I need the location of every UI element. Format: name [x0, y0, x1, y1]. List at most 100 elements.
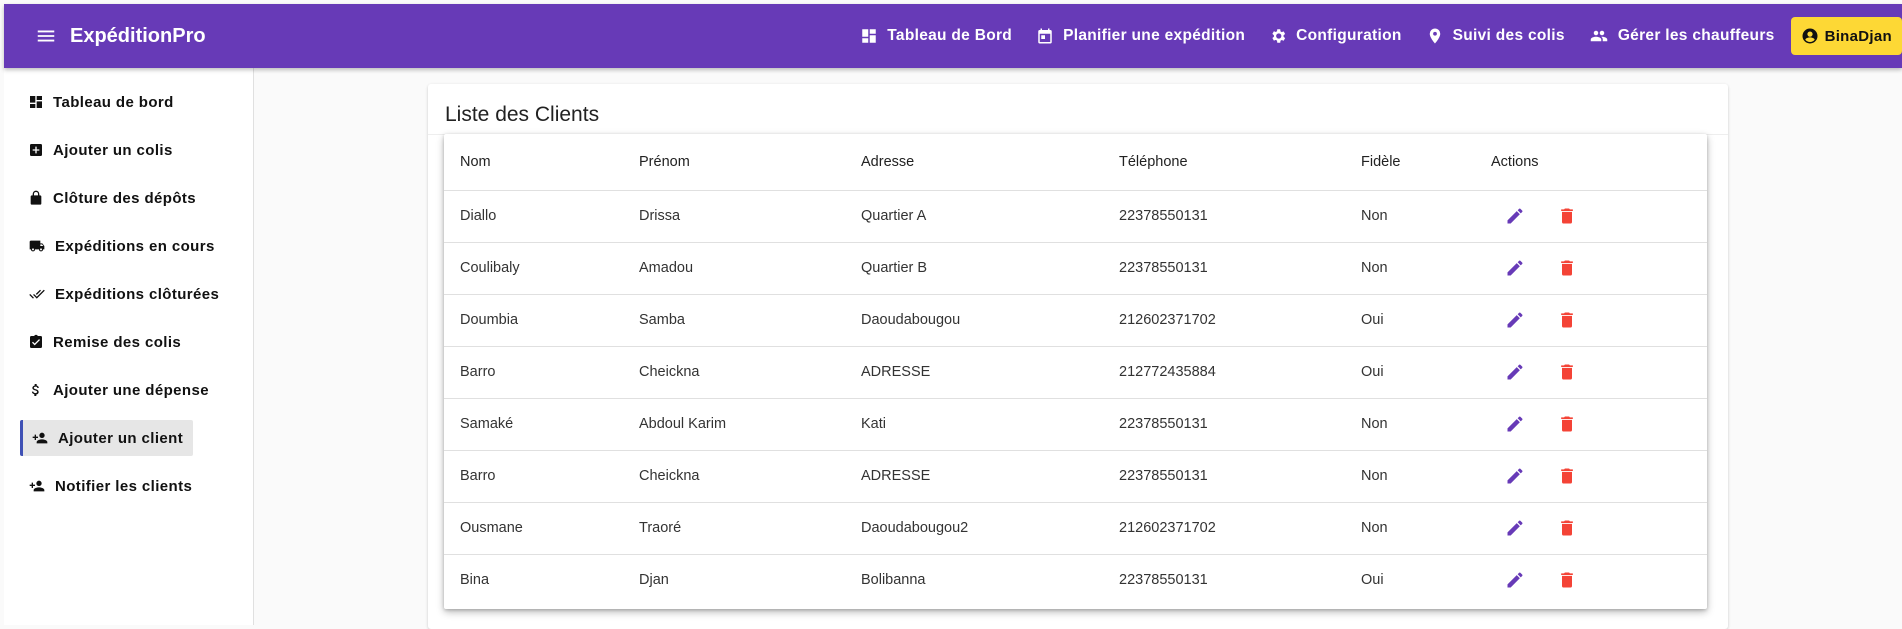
- cell-telephone: 22378550131: [1103, 450, 1345, 503]
- person-add-icon: [32, 432, 48, 444]
- cell-prenom: Samba: [623, 294, 845, 347]
- cell-actions: [1475, 450, 1707, 503]
- clients-card: Liste des Clients Nom Prénom Adresse Tél…: [428, 84, 1728, 629]
- column-header-fidele: Fidèle: [1345, 134, 1475, 191]
- lock-icon: [30, 190, 42, 205]
- nav-planifier-expedition[interactable]: Planifier une expédition: [1024, 16, 1257, 56]
- app-frame: ExpéditionPro Tableau de Bord Planifier …: [4, 4, 1902, 629]
- nav-label: Tableau de Bord: [887, 27, 1013, 44]
- cell-telephone: 212602371702: [1103, 294, 1345, 347]
- cell-fidele: Non: [1345, 450, 1475, 503]
- cell-prenom: Drissa: [623, 190, 845, 243]
- table-body: Diallo Drissa Quartier A 22378550131 Non…: [444, 190, 1707, 606]
- sidebar-item-ajouter-depense[interactable]: Ajouter une dépense: [20, 372, 219, 408]
- edit-icon: [1507, 416, 1523, 432]
- edit-button[interactable]: [1499, 200, 1531, 232]
- cell-prenom: Amadou: [623, 242, 845, 295]
- cell-adresse: Daoudabougou: [845, 294, 1103, 347]
- delete-button[interactable]: [1551, 252, 1583, 284]
- delete-icon: [1561, 312, 1573, 328]
- edit-button[interactable]: [1499, 304, 1531, 336]
- sidebar-item-cloture-depots[interactable]: Clôture des dépôts: [20, 180, 206, 216]
- delete-button[interactable]: [1551, 304, 1583, 336]
- sidebar-item-notifier-clients[interactable]: Notifier les clients: [20, 468, 202, 504]
- table-row: Samaké Abdoul Karim Kati 22378550131 Non: [444, 398, 1707, 451]
- delete-button[interactable]: [1551, 564, 1583, 596]
- cell-fidele: Oui: [1361, 572, 1384, 589]
- nav-suivi-colis[interactable]: Suivi des colis: [1414, 16, 1577, 56]
- edit-button[interactable]: [1499, 356, 1531, 388]
- edit-icon: [1507, 364, 1523, 380]
- delete-button[interactable]: [1551, 408, 1583, 440]
- edit-icon: [1507, 572, 1523, 588]
- delete-button[interactable]: [1551, 200, 1583, 232]
- nav-gerer-chauffeurs[interactable]: Gérer les chauffeurs: [1577, 16, 1787, 56]
- delete-icon: [1561, 416, 1573, 432]
- edit-button[interactable]: [1499, 252, 1531, 284]
- account-circle-icon: [1802, 28, 1818, 44]
- edit-button[interactable]: [1499, 460, 1531, 492]
- cell-actions: [1475, 346, 1707, 399]
- sidebar-item-label: Expéditions en cours: [55, 237, 215, 255]
- edit-button[interactable]: [1499, 564, 1531, 596]
- sidebar-item-label: Ajouter un client: [58, 429, 184, 447]
- clients-table: Nom Prénom Adresse Téléphone Fidèle Acti…: [444, 134, 1707, 606]
- column-header-adresse: Adresse: [845, 134, 1103, 191]
- menu-button[interactable]: [26, 16, 66, 56]
- cell-nom: Doumbia: [444, 294, 623, 347]
- delete-icon: [1561, 208, 1573, 224]
- delete-button[interactable]: [1551, 512, 1583, 544]
- dashboard-icon: [862, 29, 877, 43]
- page-title: Liste des Clients: [445, 103, 600, 126]
- cell-nom: Samaké: [444, 398, 623, 451]
- table-row: Barro Cheickna ADRESSE 212772435884 Oui: [444, 346, 1707, 399]
- sidebar-item-ajouter-colis[interactable]: Ajouter un colis: [20, 132, 183, 168]
- sidebar-item-label: Ajouter une dépense: [53, 381, 209, 399]
- sidebar-item-label: Tableau de bord: [53, 93, 174, 111]
- cell-nom: Diallo: [444, 190, 623, 243]
- sidebar-item-ajouter-client[interactable]: Ajouter un client: [20, 420, 194, 456]
- sidebar: Tableau de bord Ajouter un colis Clôture…: [4, 68, 254, 625]
- column-header-nom: Nom: [444, 134, 623, 191]
- sidebar-item-remise-colis[interactable]: Remise des colis: [20, 324, 191, 360]
- cell-fidele: Non: [1345, 398, 1475, 451]
- column-header-prenom: Prénom: [623, 134, 845, 191]
- cell-adresse: Bolibanna: [861, 572, 926, 589]
- cell-actions: [1475, 398, 1707, 451]
- nav-configuration[interactable]: Configuration: [1257, 16, 1414, 56]
- sidebar-item-expeditions-cloturees[interactable]: Expéditions clôturées: [20, 276, 229, 312]
- table-row: Diallo Drissa Quartier A 22378550131 Non: [444, 190, 1707, 243]
- edit-button[interactable]: [1499, 512, 1531, 544]
- cell-adresse: Quartier A: [845, 190, 1103, 243]
- sidebar-item-label: Notifier les clients: [55, 477, 193, 495]
- dashboard-icon: [30, 96, 42, 108]
- cell-adresse: Daoudabougou2: [845, 502, 1103, 555]
- app-title: ExpéditionPro: [70, 24, 206, 47]
- edit-button[interactable]: [1499, 408, 1531, 440]
- cell-prenom: Cheickna: [623, 346, 845, 399]
- nav-label: Suivi des colis: [1452, 27, 1565, 44]
- sidebar-item-expeditions-en-cours[interactable]: Expéditions en cours: [20, 228, 225, 264]
- cell-nom: Barro: [444, 450, 623, 503]
- cell-adresse: ADRESSE: [845, 346, 1103, 399]
- double-check-icon: [29, 289, 45, 299]
- edit-icon: [1507, 260, 1523, 276]
- delete-button[interactable]: [1551, 356, 1583, 388]
- nav-tableau-de-bord[interactable]: Tableau de Bord: [848, 16, 1024, 56]
- sidebar-item-tableau-de-bord[interactable]: Tableau de bord: [20, 84, 184, 120]
- table-row: Coulibaly Amadou Quartier B 22378550131 …: [444, 242, 1707, 295]
- edit-icon: [1507, 208, 1523, 224]
- cell-nom: Barro: [444, 346, 623, 399]
- sidebar-item-label: Expéditions clôturées: [55, 285, 220, 303]
- cell-nom: Ousmane: [444, 502, 623, 555]
- table-row: Ousmane Traoré Daoudabougou2 21260237170…: [444, 502, 1707, 555]
- edit-icon: [1507, 468, 1523, 484]
- cell-actions: [1475, 502, 1707, 555]
- cell-telephone: 212602371702: [1103, 502, 1345, 555]
- user-menu-button[interactable]: BinaDjan: [1790, 17, 1902, 55]
- delete-button[interactable]: [1551, 460, 1583, 492]
- cell-nom: Coulibaly: [444, 242, 623, 295]
- cell-actions: [1475, 554, 1707, 606]
- cell-fidele: Non: [1345, 502, 1475, 555]
- cell-fidele: Non: [1345, 190, 1475, 243]
